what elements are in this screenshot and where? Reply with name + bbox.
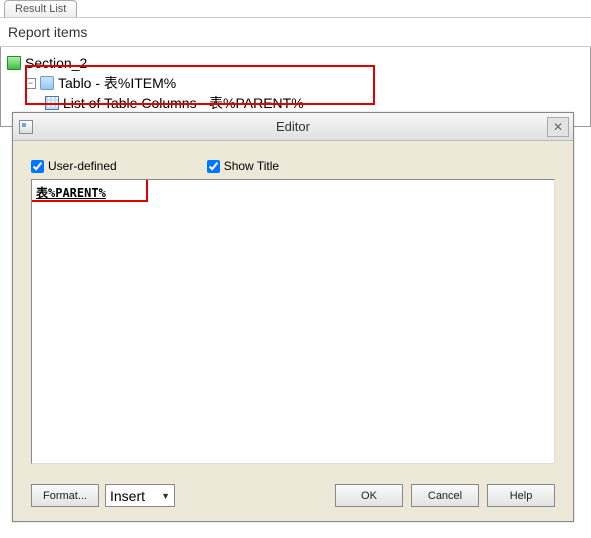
- show-title-label: Show Title: [224, 159, 279, 173]
- help-button[interactable]: Help: [487, 484, 555, 507]
- format-button[interactable]: Format...: [31, 484, 99, 507]
- user-defined-input[interactable]: [31, 160, 44, 173]
- tree-label-tablo: Tablo - 表%ITEM%: [58, 73, 176, 93]
- panel-title: Report items: [0, 18, 591, 47]
- editor-title-icon: [19, 120, 33, 134]
- tab-result-list[interactable]: Result List: [4, 0, 77, 17]
- tab-bar: Result List: [0, 0, 591, 18]
- editor-titlebar: Editor ✕: [13, 113, 573, 141]
- editor-text-content: 表%PARENT%: [36, 186, 106, 200]
- show-title-input[interactable]: [207, 160, 220, 173]
- tree-label-listcols: List of Table Columns - 表%PARENT%: [63, 93, 304, 113]
- user-defined-checkbox[interactable]: User-defined: [31, 159, 117, 173]
- collapse-icon[interactable]: −: [25, 78, 36, 89]
- checkbox-row: User-defined Show Title: [31, 159, 555, 173]
- editor-title: Editor: [276, 119, 310, 134]
- user-defined-label: User-defined: [48, 159, 117, 173]
- tree-node-listcols[interactable]: List of Table Columns - 表%PARENT%: [5, 93, 586, 113]
- tree-node-section[interactable]: Section_2: [5, 53, 586, 73]
- chevron-down-icon: ▼: [161, 491, 170, 501]
- cancel-button[interactable]: Cancel: [411, 484, 479, 507]
- close-button[interactable]: ✕: [547, 117, 569, 137]
- close-icon: ✕: [553, 120, 563, 134]
- tablo-icon: [40, 76, 54, 90]
- tree-label-section: Section_2: [25, 55, 87, 71]
- editor-window: Editor ✕ User-defined Show Title 表%PAREN…: [12, 112, 574, 522]
- insert-label: Insert: [110, 488, 145, 504]
- editor-body: User-defined Show Title 表%PARENT%: [13, 141, 573, 474]
- show-title-checkbox[interactable]: Show Title: [207, 159, 279, 173]
- editor-textarea[interactable]: 表%PARENT%: [31, 179, 555, 464]
- ok-button[interactable]: OK: [335, 484, 403, 507]
- section-icon: [7, 56, 21, 70]
- button-row: Format... Insert ▼ OK Cancel Help: [13, 474, 573, 521]
- list-columns-icon: [45, 96, 59, 110]
- insert-dropdown[interactable]: Insert ▼: [105, 484, 175, 507]
- tree-node-tablo[interactable]: − Tablo - 表%ITEM%: [5, 73, 586, 93]
